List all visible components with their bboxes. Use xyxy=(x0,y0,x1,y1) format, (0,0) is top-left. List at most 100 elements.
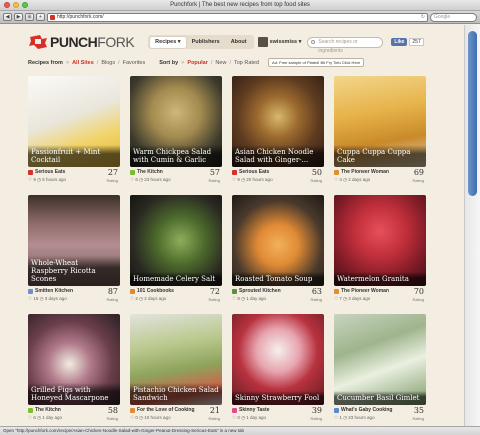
recipe-source[interactable]: The Kitchn xyxy=(28,407,61,413)
heart-icon[interactable]: ♡ xyxy=(28,415,32,420)
recipe-photo[interactable]: Pistachio Chicken Salad Sandwich xyxy=(130,314,222,405)
nav-recipes[interactable]: Recipes ▾ xyxy=(150,36,186,48)
reload-icon[interactable]: ↻ xyxy=(421,14,425,21)
recipe-source-name: The Pioneer Woman xyxy=(341,169,389,175)
browser-search-input[interactable]: Google xyxy=(430,12,477,22)
recipe-photo[interactable]: Homemade Celery Salt xyxy=(130,195,222,286)
recipe-title[interactable]: Watermelon Granita xyxy=(334,272,426,286)
recipe-source[interactable]: 101 Cookbooks xyxy=(130,288,174,294)
heart-icon[interactable]: ♡ xyxy=(130,415,134,420)
publisher-icon xyxy=(232,407,237,413)
recipe-title[interactable]: Pistachio Chicken Salad Sandwich xyxy=(130,383,222,405)
recipe-photo[interactable]: Passionfruit + Mint Cocktail xyxy=(28,76,120,167)
clock-icon: ◷ xyxy=(343,296,348,301)
recipe-card[interactable]: Homemade Celery Salt 101 Cookbooks ♡ 2 ◷ 2… xyxy=(130,195,222,310)
recipe-photo[interactable]: Warm Chickpea Salad with Cumin & Garlic xyxy=(130,76,222,167)
recipe-source-name: Serious Eats xyxy=(239,169,270,175)
recipe-meta: Smitten Kitchen ♡ 16 ◷ 3 days ago 87 Rating xyxy=(28,287,120,310)
heart-icon[interactable]: ♡ xyxy=(232,415,236,420)
recipe-card[interactable]: Grilled Figs with Honeyed Mascarpone The … xyxy=(28,314,120,426)
minimize-window-button[interactable] xyxy=(13,2,19,8)
recipe-card[interactable]: Warm Chickpea Salad with Cumin & Garlic T… xyxy=(130,76,222,191)
heart-icon[interactable]: ♡ xyxy=(28,296,32,301)
recipe-photo[interactable]: Skinny Strawberry Fool xyxy=(232,314,324,405)
publisher-icon xyxy=(130,169,135,175)
recipe-time: 23 hours ago xyxy=(348,415,375,420)
sort-by-label: Sort by xyxy=(159,59,179,66)
recipe-photo[interactable]: Grilled Figs with Honeyed Mascarpone xyxy=(28,314,120,405)
sort-top-rated[interactable]: Top Rated xyxy=(234,60,259,66)
recipe-stats: ♡ 7 ◷ 3 days ago xyxy=(334,296,370,302)
heart-icon[interactable]: ♡ xyxy=(334,296,338,301)
add-bookmark-button[interactable]: + xyxy=(36,13,45,21)
sort-popular[interactable]: Popular xyxy=(187,60,207,66)
filter-blogs[interactable]: Blogs xyxy=(101,60,115,66)
recipe-photo[interactable]: Whole-Wheat Raspberry Ricotta Scones xyxy=(28,195,120,286)
like-count: 0 xyxy=(237,415,240,420)
recipe-photo[interactable]: Asian Chicken Noodle Salad with Ginger-.… xyxy=(232,76,324,167)
recipe-title[interactable]: Skinny Strawberry Fool xyxy=(232,391,324,405)
recipe-card[interactable]: Roasted Tomato Soup Sprouted Kitchen ♡ 8 ◷… xyxy=(232,195,324,310)
recipe-photo[interactable]: Cucumber Basil Gimlet xyxy=(334,314,426,405)
recipe-source[interactable]: What's Gaby Cooking xyxy=(334,407,392,413)
recipe-time: 1 day ago xyxy=(42,415,63,420)
recipe-search-input[interactable]: Search recipes or ingredients xyxy=(307,36,384,54)
recipe-photo[interactable]: Watermelon Granita xyxy=(334,195,426,286)
filter-favorites[interactable]: Favorites xyxy=(123,60,146,66)
vertical-scrollbar[interactable] xyxy=(464,25,480,426)
recipe-card[interactable]: Cucumber Basil Gimlet What's Gaby Cooking… xyxy=(334,314,426,426)
user-menu[interactable]: swissmiss ▾ xyxy=(257,37,301,47)
recipe-source[interactable]: Sprouted Kitchen xyxy=(232,288,281,294)
back-button[interactable]: ◀ xyxy=(3,13,12,21)
recipe-card[interactable]: Asian Chicken Noodle Salad with Ginger-.… xyxy=(232,76,324,191)
sort-new[interactable]: New xyxy=(215,60,226,66)
recipe-card[interactable]: Cuppa Cuppa Cuppa Cake The Pioneer Woman ♡… xyxy=(334,76,426,191)
heart-icon[interactable]: ♡ xyxy=(334,177,338,182)
address-bar[interactable]: http://punchfork.com/ ↻ xyxy=(47,12,428,22)
recipe-title[interactable]: Cuppa Cuppa Cuppa Cake xyxy=(334,145,426,167)
promo-ad[interactable]: Ad: Free sample of Plated! Bit Fry Tofu … xyxy=(268,58,365,67)
recipe-source[interactable]: The Kitchn xyxy=(130,169,163,175)
punchfork-logo[interactable]: PUNCHFORK xyxy=(28,34,135,50)
recipe-source[interactable]: Serious Eats xyxy=(28,169,65,175)
nav-about[interactable]: About xyxy=(226,37,252,48)
nav-publishers[interactable]: Publishers xyxy=(187,37,225,48)
scrollbar-thumb[interactable] xyxy=(468,31,477,196)
close-window-button[interactable] xyxy=(4,2,10,8)
recipe-source[interactable]: Serious Eats xyxy=(232,169,269,175)
heart-icon[interactable]: ♡ xyxy=(232,296,236,301)
recipe-source[interactable]: The Pioneer Woman xyxy=(334,169,389,175)
recipe-card[interactable]: Watermelon Granita The Pioneer Woman ♡ 7 ◷… xyxy=(334,195,426,310)
heart-icon[interactable]: ♡ xyxy=(334,415,338,420)
recipe-source[interactable]: The Pioneer Woman xyxy=(334,288,389,294)
recipe-title[interactable]: Homemade Celery Salt xyxy=(130,272,222,286)
heart-icon[interactable]: ♡ xyxy=(232,177,236,182)
recipe-source-name: Serious Eats xyxy=(35,169,66,175)
zoom-window-button[interactable] xyxy=(22,2,28,8)
recipe-source[interactable]: For the Love of Cooking xyxy=(130,407,195,413)
recipe-card[interactable]: Pistachio Chicken Salad Sandwich For the … xyxy=(130,314,222,426)
recipe-title[interactable]: Passionfruit + Mint Cocktail xyxy=(28,145,120,167)
forward-button[interactable]: ▶ xyxy=(14,13,23,21)
recipe-card[interactable]: Passionfruit + Mint Cocktail Serious Eats… xyxy=(28,76,120,191)
recipe-title[interactable]: Roasted Tomato Soup xyxy=(232,272,324,286)
like-count: 6 xyxy=(33,415,36,420)
recipe-source[interactable]: Skinny Taste xyxy=(232,407,269,413)
facebook-like-button[interactable]: Like xyxy=(391,38,408,46)
recipe-photo[interactable]: Cuppa Cuppa Cuppa Cake xyxy=(334,76,426,167)
heart-icon[interactable]: ♡ xyxy=(130,296,134,301)
recipe-card[interactable]: Skinny Strawberry Fool Skinny Taste ♡ 0 ◷ … xyxy=(232,314,324,426)
bookmarks-icon[interactable]: ⊞ xyxy=(25,13,34,21)
filter-all-sites[interactable]: All Sites xyxy=(72,60,94,66)
recipe-stats: ♡ 0 ◷ 10 hours ago xyxy=(130,415,171,421)
recipe-title[interactable]: Cucumber Basil Gimlet xyxy=(334,391,426,405)
heart-icon[interactable]: ♡ xyxy=(130,177,134,182)
recipe-card[interactable]: Whole-Wheat Raspberry Ricotta Scones Smit… xyxy=(28,195,120,310)
recipe-title[interactable]: Warm Chickpea Salad with Cumin & Garlic xyxy=(130,145,222,167)
recipe-photo[interactable]: Roasted Tomato Soup xyxy=(232,195,324,286)
heart-icon[interactable]: ♡ xyxy=(28,177,32,182)
recipe-title[interactable]: Whole-Wheat Raspberry Ricotta Scones xyxy=(28,256,120,286)
recipe-source[interactable]: Smitten Kitchen xyxy=(28,288,73,294)
recipe-title[interactable]: Asian Chicken Noodle Salad with Ginger-.… xyxy=(232,145,324,167)
recipe-title[interactable]: Grilled Figs with Honeyed Mascarpone xyxy=(28,383,120,405)
